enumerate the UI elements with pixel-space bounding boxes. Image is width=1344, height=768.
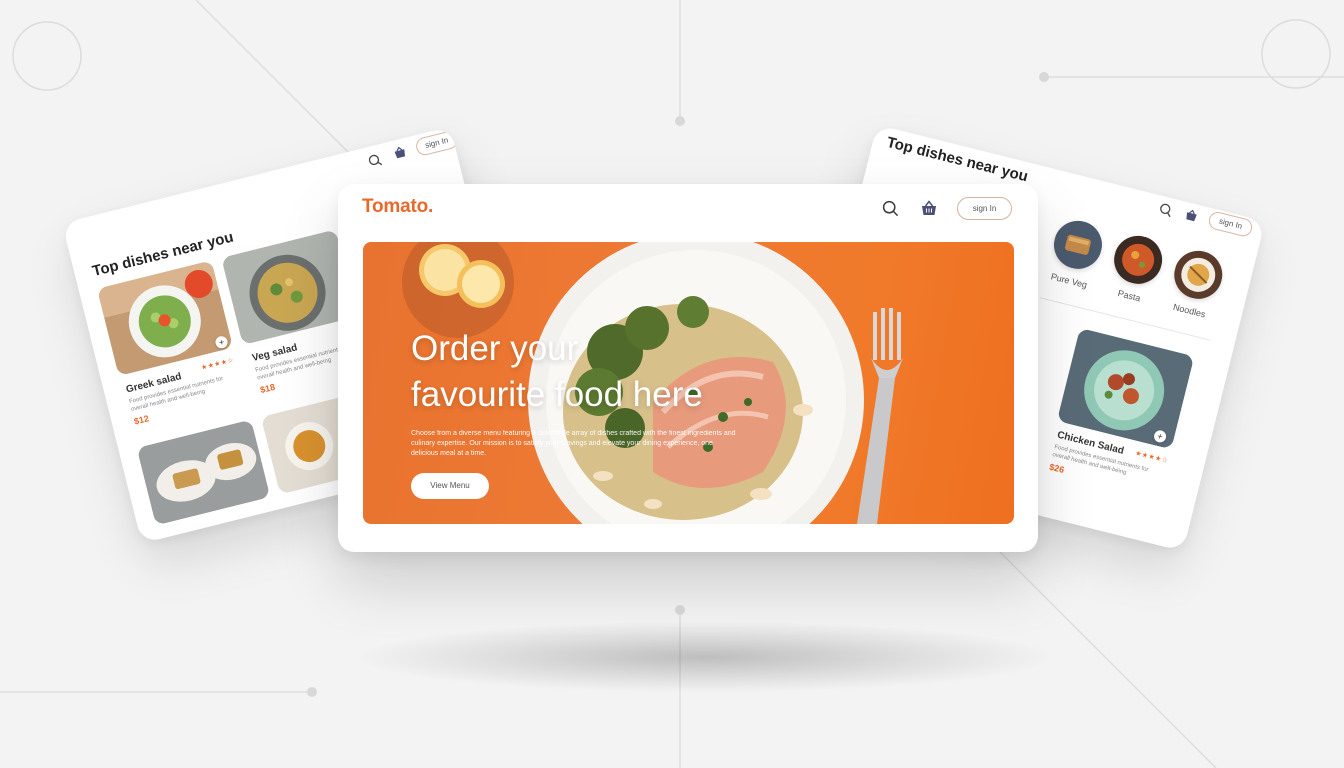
main-app-window: Tomato. sign In Order your favourite foo… bbox=[338, 184, 1038, 552]
category-image bbox=[1109, 230, 1168, 289]
veg-salad-image[interactable] bbox=[221, 229, 358, 346]
hero-description: Choose from a diverse menu featuring a d… bbox=[411, 430, 736, 457]
basket-icon[interactable] bbox=[920, 199, 938, 217]
category-pasta[interactable]: Pasta bbox=[1105, 230, 1168, 307]
brand-logo[interactable]: Tomato. bbox=[362, 196, 433, 218]
sign-in-button[interactable]: sign In bbox=[957, 197, 1012, 220]
floor-shadow bbox=[360, 622, 1050, 692]
search-icon[interactable] bbox=[367, 152, 384, 169]
category-noodles[interactable]: Noodles bbox=[1165, 245, 1228, 322]
category-image bbox=[1048, 215, 1108, 274]
fork-illustration bbox=[857, 308, 903, 524]
basket-icon[interactable] bbox=[1183, 207, 1200, 224]
view-menu-button[interactable]: View Menu bbox=[411, 473, 489, 499]
lasagna-image[interactable] bbox=[136, 419, 271, 526]
hero-title-line-2: favourite food here bbox=[411, 375, 703, 414]
category-label: Pure Veg bbox=[1049, 271, 1089, 291]
chicken-salad-image[interactable] bbox=[1056, 327, 1195, 450]
hero-title: Order your favourite food here bbox=[411, 326, 771, 418]
hero-banner: Order your favourite food here Choose fr… bbox=[363, 242, 1014, 524]
search-icon[interactable] bbox=[882, 200, 899, 217]
search-icon[interactable] bbox=[1157, 202, 1174, 219]
greek-salad-image[interactable] bbox=[96, 260, 234, 377]
basket-icon[interactable] bbox=[391, 144, 408, 161]
category-image bbox=[1169, 245, 1228, 304]
category-pure-veg[interactable]: Pure Veg bbox=[1045, 215, 1108, 292]
category-label: Noodles bbox=[1172, 301, 1207, 320]
category-label: Pasta bbox=[1116, 288, 1142, 304]
hero-title-line-1: Order your bbox=[411, 329, 579, 368]
